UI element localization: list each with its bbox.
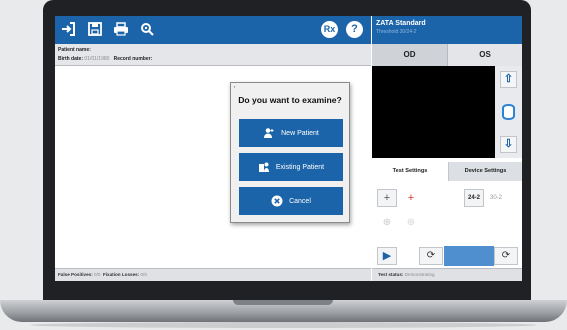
new-patient-label: New Patient bbox=[281, 129, 319, 137]
arrow-down-icon[interactable]: ⇩ bbox=[500, 136, 517, 153]
test-settings-panel: + + 24-2 30-2 ⊕ ⊕ ▶ ⟳ ⟳ bbox=[372, 181, 522, 268]
test-title: ZATA Standard bbox=[376, 20, 426, 27]
pattern-24-2-button[interactable]: 24-2 bbox=[464, 189, 484, 207]
user-add-icon bbox=[263, 127, 275, 139]
rx-icon[interactable]: Rx bbox=[321, 21, 338, 38]
app-screen: Rx ? Patient name: Birth date: 01/01/198… bbox=[55, 16, 522, 281]
examine-dialog: ▪ Do you want to examine? New Patient Ex… bbox=[230, 82, 350, 223]
patient-records-icon bbox=[258, 161, 270, 173]
eye-tabs: OD OS bbox=[372, 44, 522, 66]
eye-camera-view bbox=[372, 66, 495, 158]
pattern-30-2-button[interactable]: 30-2 bbox=[486, 189, 506, 207]
fixation-losses-label: Fixation Losses: bbox=[102, 272, 140, 277]
progress-bar bbox=[444, 246, 494, 266]
existing-patient-button[interactable]: Existing Patient bbox=[239, 153, 343, 181]
arrow-up-icon[interactable]: ⇧ bbox=[500, 71, 517, 88]
status-bar-right: Test status: Demonstrating bbox=[372, 268, 522, 281]
new-patient-button[interactable]: New Patient bbox=[239, 119, 343, 147]
tab-device-settings[interactable]: Device Settings bbox=[449, 162, 522, 181]
existing-patient-label: Existing Patient bbox=[275, 163, 325, 171]
test-subtitle: Threshold 30/24-2 bbox=[376, 29, 417, 35]
laptop-shadow bbox=[30, 322, 537, 328]
test-status-value: Demonstrating bbox=[404, 272, 435, 277]
dialog-question: Do you want to examine? bbox=[238, 95, 342, 105]
eye-view-controls: ⇧ ⇩ bbox=[495, 66, 522, 158]
play-button[interactable]: ▶ bbox=[377, 247, 397, 265]
main-toolbar: Rx ? bbox=[55, 16, 371, 44]
red-cross-icon[interactable]: + bbox=[401, 189, 421, 207]
test-header: ZATA Standard Threshold 30/24-2 bbox=[372, 16, 522, 44]
tab-test-settings[interactable]: Test Settings bbox=[372, 162, 449, 181]
false-positives-label: False Positives: bbox=[58, 272, 93, 277]
speed-increase-icon[interactable]: ⟳ bbox=[494, 247, 518, 265]
test-status-label: Test status: bbox=[378, 272, 404, 277]
record-number-label: Record number: bbox=[113, 56, 153, 62]
crosshair-icon[interactable]: + bbox=[377, 189, 397, 207]
tab-od[interactable]: OD bbox=[372, 44, 448, 66]
save-icon[interactable] bbox=[86, 21, 104, 39]
laptop-notch bbox=[233, 300, 333, 305]
settings-tabs: Test Settings Device Settings bbox=[372, 162, 522, 181]
patient-info-bar: Patient name: Birth date: 01/01/1980 Rec… bbox=[55, 44, 371, 66]
false-positives-value: 0/0 bbox=[94, 272, 101, 277]
cancel-label: Cancel bbox=[289, 197, 311, 205]
cancel-button[interactable]: Cancel bbox=[239, 187, 343, 215]
help-icon[interactable]: ? bbox=[346, 21, 363, 38]
cylinder-icon[interactable] bbox=[502, 104, 515, 120]
sign-in-icon[interactable] bbox=[59, 21, 77, 39]
speed-decrease-icon[interactable]: ⟳ bbox=[419, 247, 443, 265]
settings-icon[interactable] bbox=[138, 21, 156, 39]
print-icon[interactable] bbox=[112, 21, 130, 39]
target-small-icon[interactable]: ⊕ bbox=[401, 215, 421, 231]
dialog-titlebar: ▪ bbox=[234, 84, 236, 89]
close-icon bbox=[271, 195, 283, 207]
target-icon[interactable]: ⊕ bbox=[377, 215, 397, 231]
status-bar-left: False Positives: 0/0 Fixation Losses: 0/… bbox=[55, 268, 371, 281]
birth-date-label: Birth date: bbox=[58, 56, 83, 62]
patient-name-label: Patient name: bbox=[58, 47, 91, 53]
tab-os[interactable]: OS bbox=[448, 44, 522, 66]
fixation-losses-value: 0/0 bbox=[140, 272, 147, 277]
birth-date-value: 01/01/1980 bbox=[84, 56, 110, 62]
